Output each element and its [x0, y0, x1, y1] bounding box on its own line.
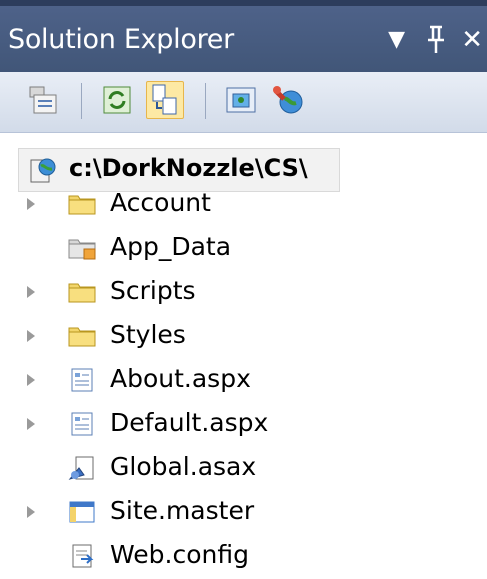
- tree-item-label: Scripts: [110, 276, 196, 305]
- folder-icon: [68, 195, 96, 215]
- asp-net-configuration-button[interactable]: [270, 81, 308, 119]
- tree-item-label: Global.asax: [110, 452, 257, 481]
- tree-item-label: About.aspx: [110, 364, 251, 393]
- tree-item-label: App_Data: [110, 232, 232, 261]
- tree-item-default-aspx[interactable]: Default.aspx: [0, 403, 487, 447]
- properties-icon: [29, 86, 57, 114]
- tree-item-account[interactable]: Account: [0, 183, 487, 227]
- website-project-icon: [30, 158, 56, 183]
- tree-item-styles[interactable]: Styles: [0, 315, 487, 359]
- project-root-label: c:\DorkNozzle\CS\: [69, 154, 308, 182]
- close-icon: ✕: [461, 25, 483, 55]
- tree-item-label: Default.aspx: [110, 408, 269, 437]
- expand-arrow-icon[interactable]: [27, 374, 35, 386]
- properties-button[interactable]: [24, 81, 62, 119]
- tree-item-label: Styles: [110, 320, 186, 349]
- chevron-down-icon: ▼: [388, 27, 405, 52]
- view-designer-icon: [226, 87, 256, 113]
- expand-arrow-icon[interactable]: [27, 286, 35, 298]
- refresh-button[interactable]: [98, 81, 136, 119]
- tree-item-label: Account: [110, 188, 211, 217]
- folder-icon: [68, 327, 96, 347]
- expand-arrow-icon[interactable]: [27, 330, 35, 342]
- expand-arrow-icon[interactable]: [27, 418, 35, 430]
- toolbar-separator: [205, 83, 206, 119]
- dropdown-button[interactable]: ▼: [388, 22, 405, 58]
- close-button[interactable]: ✕: [461, 22, 483, 58]
- tree-item-web-config[interactable]: Web.config: [0, 535, 487, 579]
- special-folder-icon: [68, 239, 96, 260]
- nest-files-icon: [152, 84, 177, 115]
- tree-item-app-data[interactable]: App_Data: [0, 227, 487, 271]
- folder-icon: [68, 283, 96, 303]
- refresh-icon: [103, 86, 131, 114]
- pin-button[interactable]: [425, 22, 447, 65]
- tree-item-global-asax[interactable]: Global.asax: [0, 447, 487, 491]
- tree-item-label: Web.config: [110, 540, 249, 569]
- config-file-icon: [72, 544, 94, 568]
- tree-item-scripts[interactable]: Scripts: [0, 271, 487, 315]
- solution-explorer-toolbar: [0, 72, 487, 133]
- panel-title-bar: Solution Explorer ▼ ✕: [0, 0, 487, 72]
- pin-icon: [428, 25, 444, 53]
- expand-arrow-icon[interactable]: [27, 506, 35, 518]
- expand-arrow-icon[interactable]: [27, 198, 35, 210]
- master-page-icon: [69, 501, 95, 523]
- tree-item-site-master[interactable]: Site.master: [0, 491, 487, 535]
- asax-file-icon: [68, 456, 94, 480]
- panel-title: Solution Explorer: [8, 24, 234, 55]
- view-designer-button[interactable]: [222, 81, 260, 119]
- tree-item-label: Site.master: [110, 496, 255, 525]
- toolbar-separator: [81, 83, 82, 119]
- nest-related-files-button[interactable]: [146, 81, 184, 119]
- web-config-tool-icon: [273, 86, 303, 114]
- aspx-file-icon: [71, 368, 93, 392]
- tree-item-about-aspx[interactable]: About.aspx: [0, 359, 487, 403]
- aspx-file-icon: [71, 412, 93, 436]
- solution-explorer-panel: Solution Explorer ▼ ✕ c:\DorkNozzle\CS\ …: [0, 0, 487, 569]
